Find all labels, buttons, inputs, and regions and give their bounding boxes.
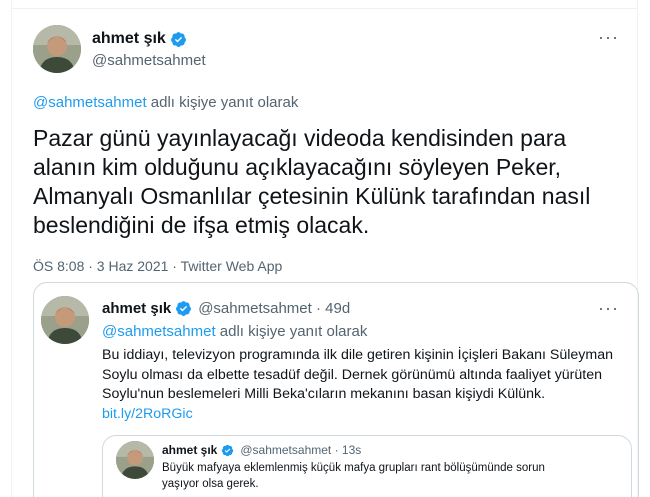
reply-suffix: adlı kişiye yanıt olarak (146, 94, 299, 111)
avatar[interactable] (116, 441, 154, 479)
verified-badge-icon (170, 31, 186, 47)
inner-author-handle[interactable]: @sahmetsahmet · 13s (240, 443, 361, 457)
short-link[interactable]: bit.ly/2RoRGic (102, 406, 193, 422)
tweet-text: Pazar günü yayınlayacağı videoda kendisi… (33, 125, 591, 238)
quoted-reply-context: @sahmetsahmet adlı kişiye yanıt olarak (102, 323, 367, 340)
quoted-tweet[interactable]: ahmet şık @sahmetsahmet · 49d ··· @sahme… (33, 282, 639, 497)
avatar[interactable] (33, 25, 81, 73)
quoted-author-handle[interactable]: @sahmetsahmet · 49d (198, 300, 350, 317)
avatar[interactable] (41, 296, 89, 344)
reply-context: @sahmetsahmet adlı kişiye yanıt olarak (33, 94, 298, 111)
quoted-author-line[interactable]: ahmet şık @sahmetsahmet · 49d (102, 300, 350, 317)
verified-badge-icon (176, 301, 192, 316)
inner-quoted-tweet[interactable]: ahmet şık @sahmetsahmet · 13s Büyük mafy… (102, 435, 632, 497)
author-handle[interactable]: @sahmetsahmet (92, 52, 206, 69)
inner-author-name[interactable]: ahmet şık (162, 443, 217, 457)
inner-tweet-text: Büyük mafyaya eklemlenmiş küçük mafya gr… (162, 462, 545, 490)
more-dots-icon[interactable]: ··· (598, 299, 619, 317)
tweet-meta[interactable]: ÖS 8:08 · 3 Haz 2021 · Twitter Web App (33, 258, 282, 274)
quoted-text-body: Bu iddiayı, televizyon programında ilk d… (102, 347, 613, 402)
more-dots-icon[interactable]: ··· (598, 28, 619, 46)
reply-suffix: adlı kişiye yanıt olarak (215, 323, 368, 340)
top-divider (12, 8, 637, 9)
timeline-column: ahmet şık @sahmetsahmet ··· @sahmetsahme… (11, 0, 639, 497)
reply-mention-link[interactable]: @sahmetsahmet (102, 323, 216, 340)
author-name[interactable]: ahmet şık (92, 30, 187, 48)
quoted-tweet-text: Bu iddiayı, televizyon programında ilk d… (102, 346, 622, 424)
quoted-author-name[interactable]: ahmet şık (102, 300, 171, 317)
reply-mention-link[interactable]: @sahmetsahmet (33, 94, 147, 111)
verified-badge-icon (222, 444, 234, 456)
inner-author-line[interactable]: ahmet şık @sahmetsahmet · 13s (162, 443, 361, 457)
